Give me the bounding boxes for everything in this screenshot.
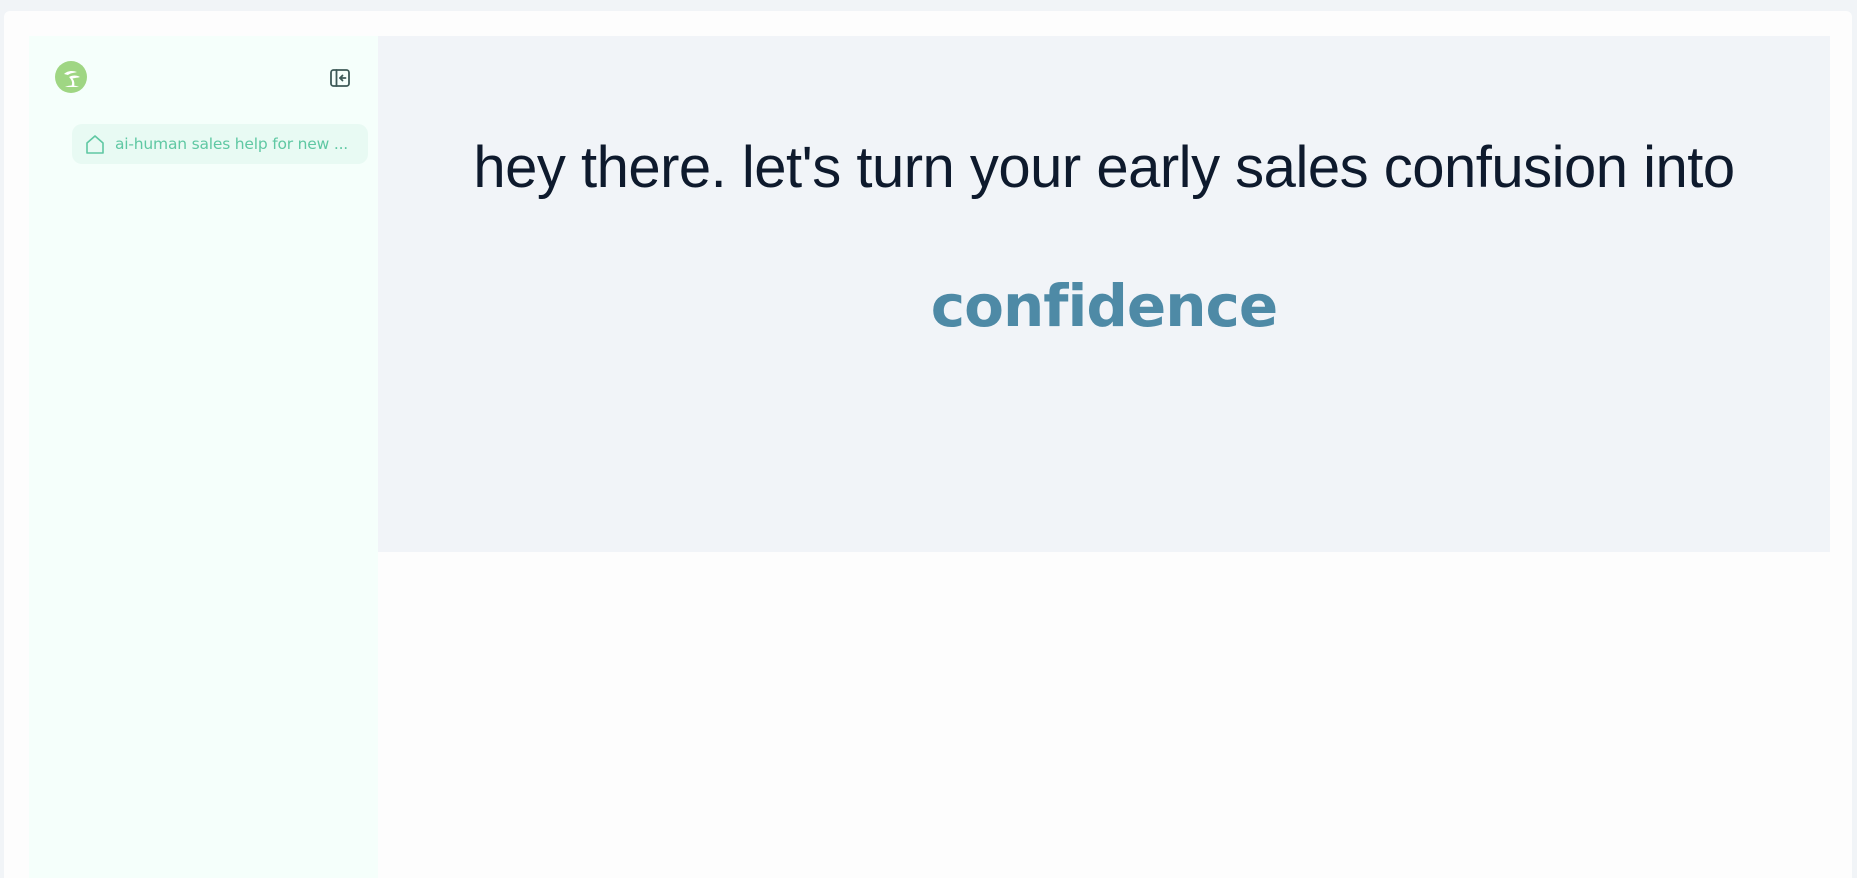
app-window: ai-human sales help for new ... hey ther… [4, 11, 1852, 878]
hero-banner: hey there. let's turn your early sales c… [378, 36, 1830, 552]
hero-accent-word: confidence [930, 272, 1279, 340]
sidebar: ai-human sales help for new ... [29, 36, 378, 878]
home-icon [84, 133, 106, 155]
collapse-sidebar-button[interactable] [328, 66, 352, 90]
sidebar-item-home[interactable]: ai-human sales help for new ... [72, 124, 368, 164]
collapse-sidebar-icon [330, 69, 350, 87]
bonsai-tree-logo-icon[interactable] [55, 61, 87, 93]
hero-headline: hey there. let's turn your early sales c… [473, 135, 1735, 200]
sidebar-item-label: ai-human sales help for new ... [115, 135, 349, 153]
